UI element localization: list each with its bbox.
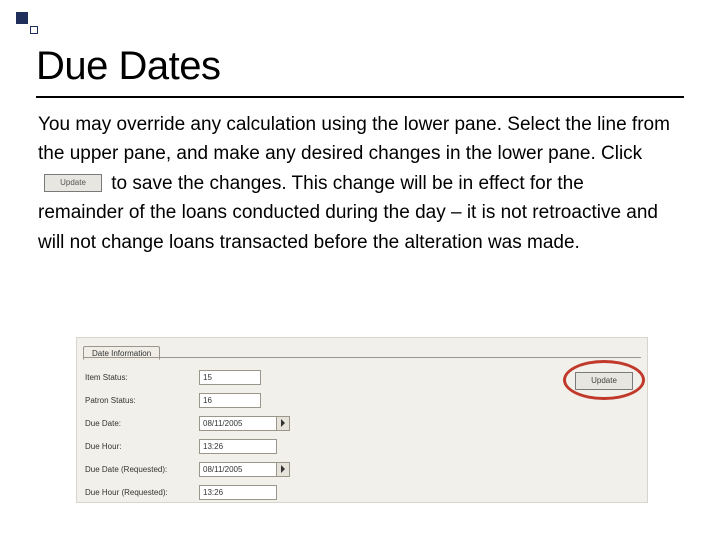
label-item-status: Item Status: [83,373,199,382]
date-information-panel-screenshot: Date Information Update Item Status: 15 … [76,337,648,503]
input-item-status[interactable]: 15 [199,370,261,385]
row-item-status: Item Status: 15 [83,366,641,388]
date-picker-button[interactable] [276,416,290,431]
form-area: Item Status: 15 Patron Status: 16 Due Da… [83,366,641,498]
chevron-right-icon [280,419,286,427]
row-patron-status: Patron Status: 16 [83,389,641,411]
row-due-date-requested: Due Date (Requested): 08/11/2005 [83,458,641,480]
tab-underline [83,357,641,358]
chevron-right-icon [280,465,286,473]
title-divider [36,96,684,98]
body-paragraph: You may override any calculation using t… [38,110,674,257]
label-patron-status: Patron Status: [83,396,199,405]
inline-update-button-image: Update [44,174,102,192]
input-due-date-requested[interactable]: 08/11/2005 [199,462,277,477]
input-due-hour-requested[interactable]: 13:26 [199,485,277,500]
label-due-hour-requested: Due Hour (Requested): [83,488,199,497]
label-due-hour: Due Hour: [83,442,199,451]
input-due-hour[interactable]: 13:26 [199,439,277,454]
label-due-date: Due Date: [83,419,199,428]
tab-bar: Date Information [83,342,160,358]
paragraph-part-1: You may override any calculation using t… [38,114,670,164]
row-due-hour: Due Hour: 13:26 [83,435,641,457]
row-due-hour-requested: Due Hour (Requested): 13:26 [83,481,641,503]
label-due-date-requested: Due Date (Requested): [83,465,199,474]
paragraph-part-2: to save the changes. This change will be… [38,173,658,253]
input-patron-status[interactable]: 16 [199,393,261,408]
page-title: Due Dates [36,44,220,89]
row-due-date: Due Date: 08/11/2005 [83,412,641,434]
slide-corner-decoration [16,12,40,36]
date-picker-button-requested[interactable] [276,462,290,477]
input-due-date[interactable]: 08/11/2005 [199,416,277,431]
